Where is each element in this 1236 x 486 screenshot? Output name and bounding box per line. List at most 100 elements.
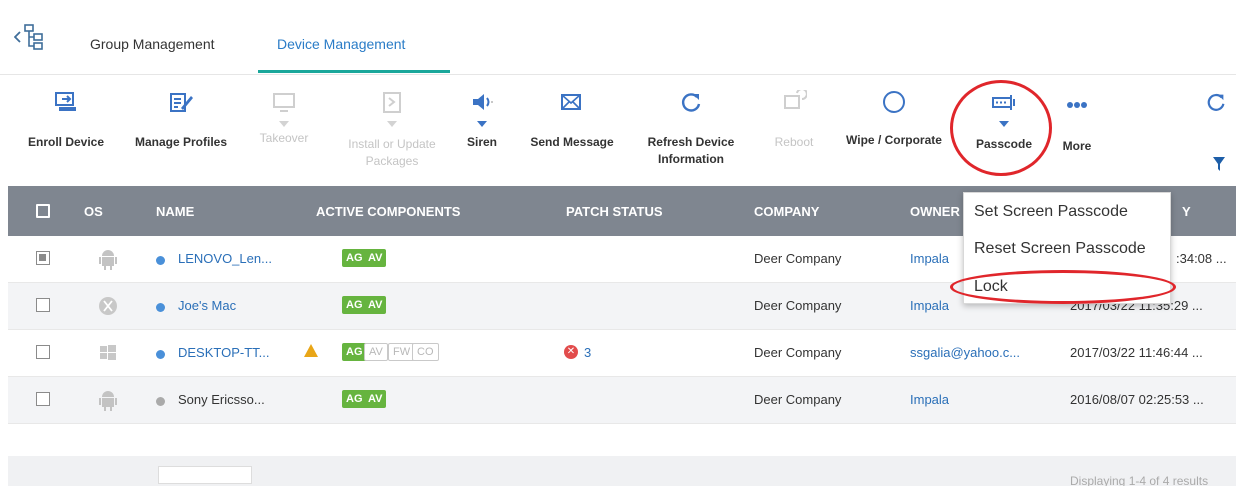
device-name-link[interactable]: Sony Ericsso... bbox=[178, 392, 265, 407]
reboot-button[interactable]: Reboot bbox=[762, 76, 826, 184]
package-icon bbox=[383, 92, 401, 113]
device-name-link[interactable]: Joe's Mac bbox=[178, 298, 236, 313]
last-activity-cell: 2017/03/22 11:46:44 ... bbox=[1070, 345, 1203, 360]
install-caret-icon bbox=[387, 121, 397, 127]
reboot-label: Reboot bbox=[774, 135, 814, 149]
table-row[interactable]: Sony Ericsso... AG AV Deer Company Impal… bbox=[8, 377, 1236, 424]
wipe-circle-icon bbox=[883, 91, 905, 113]
android-icon bbox=[99, 250, 117, 270]
device-name-link[interactable]: DESKTOP-TT... bbox=[178, 345, 270, 360]
component-badge: AV bbox=[364, 343, 388, 361]
speaker-icon bbox=[473, 94, 493, 110]
component-badge: CO bbox=[412, 343, 439, 361]
enroll-device-label: Enroll Device bbox=[27, 135, 105, 149]
enroll-device-icon bbox=[55, 92, 76, 111]
row-checkbox[interactable] bbox=[36, 251, 50, 265]
status-dot bbox=[156, 350, 165, 359]
select-all-checkbox[interactable] bbox=[36, 204, 50, 218]
more-label: More bbox=[1062, 139, 1092, 153]
results-count-text: Displaying 1-4 of 4 results bbox=[1070, 474, 1209, 486]
table-row[interactable]: DESKTOP-TT... AG AV FW CO ✕ 3 Deer Compa… bbox=[8, 330, 1236, 377]
siren-label: Siren bbox=[466, 135, 497, 149]
takeover-button[interactable]: Takeover bbox=[252, 76, 316, 184]
siren-button[interactable]: Siren bbox=[458, 76, 506, 184]
chevron-left-icon bbox=[14, 31, 21, 43]
status-dot bbox=[156, 397, 165, 406]
active-tab-indicator bbox=[258, 70, 450, 73]
page-size-select[interactable] bbox=[158, 466, 252, 484]
column-header-company[interactable]: COMPANY bbox=[754, 204, 819, 219]
row-checkbox[interactable] bbox=[36, 298, 50, 312]
patch-error-icon: ✕ bbox=[564, 345, 578, 359]
refresh-list-icon[interactable] bbox=[1204, 90, 1228, 114]
refresh-label-line1: Refresh Device bbox=[647, 135, 735, 149]
component-badge: AV bbox=[364, 296, 387, 314]
last-activity-cell: :34:08 ... bbox=[1176, 251, 1227, 266]
takeover-label: Takeover bbox=[259, 131, 309, 145]
row-checkbox[interactable] bbox=[36, 345, 50, 359]
install-update-packages-button[interactable]: Install or Update Packages bbox=[332, 76, 452, 184]
owner-link[interactable]: Impala bbox=[910, 392, 949, 407]
send-message-label: Send Message bbox=[530, 135, 614, 149]
owner-link[interactable]: Impala bbox=[910, 298, 949, 313]
component-badge: AV bbox=[364, 249, 387, 267]
company-cell: Deer Company bbox=[754, 345, 842, 360]
tab-device-management[interactable]: Device Management bbox=[277, 36, 405, 52]
column-header-patch-status[interactable]: PATCH STATUS bbox=[566, 204, 663, 219]
column-header-name[interactable]: NAME bbox=[156, 204, 194, 219]
tab-group-management[interactable]: Group Management bbox=[90, 36, 215, 52]
reboot-icon bbox=[784, 90, 807, 109]
company-cell: Deer Company bbox=[754, 298, 842, 313]
column-header-owner[interactable]: OWNER bbox=[910, 204, 960, 219]
enroll-device-button[interactable]: Enroll Device bbox=[20, 76, 112, 184]
table-footer: Displaying 1-4 of 4 results bbox=[8, 456, 1236, 486]
install-label-line1: Install or Update bbox=[348, 137, 436, 151]
component-badge: AG bbox=[342, 296, 367, 314]
wipe-label: Wipe / Corporate bbox=[846, 133, 942, 147]
column-header-active-components[interactable]: ACTIVE COMPONENTS bbox=[316, 204, 460, 219]
more-button[interactable]: More bbox=[1054, 76, 1100, 184]
refresh-icon bbox=[682, 93, 701, 112]
column-header-os[interactable]: OS bbox=[84, 204, 103, 219]
owner-link[interactable]: ssgalia@yahoo.c... bbox=[910, 345, 1020, 360]
send-message-button[interactable]: Send Message bbox=[520, 76, 624, 184]
envelope-icon bbox=[561, 94, 581, 110]
monitor-icon bbox=[273, 93, 295, 112]
lock-highlight-ellipse bbox=[950, 270, 1176, 304]
company-cell: Deer Company bbox=[754, 392, 842, 407]
owner-link[interactable]: Impala bbox=[910, 251, 949, 266]
android-icon bbox=[99, 391, 117, 411]
windows-icon bbox=[100, 345, 116, 360]
refresh-device-information-button[interactable]: Refresh Device Information bbox=[638, 76, 744, 184]
warning-icon bbox=[304, 344, 318, 357]
row-checkbox[interactable] bbox=[36, 392, 50, 406]
component-badge: AV bbox=[364, 390, 387, 408]
takeover-caret-icon bbox=[279, 121, 289, 127]
company-cell: Deer Company bbox=[754, 251, 842, 266]
last-activity-cell: 2016/08/07 02:25:53 ... bbox=[1070, 392, 1204, 407]
component-badge: AG bbox=[342, 249, 367, 267]
menu-item-reset-screen-passcode[interactable]: Reset Screen Passcode bbox=[974, 240, 1146, 258]
status-dot bbox=[156, 256, 165, 265]
manage-profiles-button[interactable]: Manage Profiles bbox=[128, 76, 234, 184]
tab-bar: Group Management Device Management bbox=[0, 0, 1236, 75]
column-header-last-activity[interactable]: Y bbox=[1182, 204, 1191, 219]
group-tree-toggle-button[interactable] bbox=[14, 22, 44, 52]
menu-item-set-screen-passcode[interactable]: Set Screen Passcode bbox=[974, 203, 1128, 221]
device-name-link[interactable]: LENOVO_Len... bbox=[178, 251, 272, 266]
edit-profile-icon bbox=[170, 93, 193, 112]
patch-count-link[interactable]: 3 bbox=[584, 345, 591, 360]
manage-profiles-label: Manage Profiles bbox=[134, 135, 228, 149]
device-management-window: Group Management Device Management Enrol… bbox=[0, 0, 1236, 486]
tree-icon bbox=[24, 24, 43, 50]
ellipsis-icon bbox=[1067, 102, 1087, 108]
install-label-line2: Packages bbox=[365, 154, 419, 168]
refresh-label-line2: Information bbox=[658, 152, 724, 166]
status-dot bbox=[156, 303, 165, 312]
passcode-highlight-ellipse bbox=[950, 80, 1052, 176]
component-badge: AG bbox=[342, 343, 367, 361]
component-badge: AG bbox=[342, 390, 367, 408]
siren-caret-icon bbox=[477, 121, 487, 127]
wipe-corporate-button[interactable]: Wipe / Corporate bbox=[838, 76, 950, 184]
filter-icon[interactable] bbox=[1212, 156, 1226, 172]
